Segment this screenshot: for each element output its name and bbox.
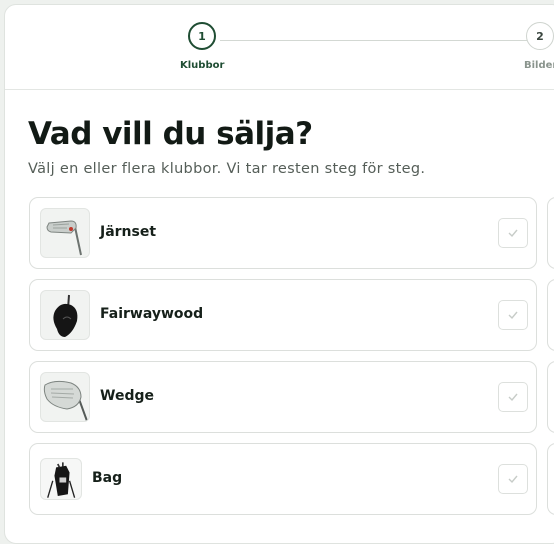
option-fairwaywood[interactable]: Fairwaywood	[29, 279, 537, 351]
step-2-number: 2	[536, 29, 544, 43]
option-jarnset[interactable]: Järnset	[29, 197, 537, 269]
step-1-number: 1	[198, 29, 206, 43]
option-bag[interactable]: Bag	[29, 443, 537, 515]
option-wedge[interactable]: Wedge	[29, 361, 537, 433]
wedge-club-icon	[40, 372, 90, 422]
step-1-label: Klubbor	[180, 60, 225, 71]
page-title: Vad vill du sälja?	[28, 116, 313, 152]
option-checkbox[interactable]	[498, 382, 528, 412]
checkmark-icon	[508, 475, 518, 484]
option-peek[interactable]	[547, 361, 554, 433]
option-peek[interactable]	[547, 279, 554, 351]
sell-wizard-card: 1 Klubbor 2 Bilder Vad vill du sälja? Vä…	[4, 4, 554, 544]
option-checkbox[interactable]	[498, 218, 528, 248]
stepper-connector	[220, 40, 530, 41]
option-peek[interactable]	[547, 197, 554, 269]
step-2-indicator[interactable]: 2	[526, 22, 554, 50]
step-1-indicator[interactable]: 1	[188, 22, 216, 50]
option-checkbox[interactable]	[498, 300, 528, 330]
checkmark-icon	[508, 311, 518, 320]
page-subtitle: Välj en eller flera klubbor. Vi tar rest…	[28, 161, 426, 177]
checkmark-icon	[508, 229, 518, 238]
option-checkbox[interactable]	[498, 464, 528, 494]
progress-stepper: 1 Klubbor 2 Bilder	[5, 5, 554, 90]
step-2-label: Bilder	[524, 60, 554, 71]
option-label: Wedge	[100, 388, 154, 404]
option-peek[interactable]	[547, 443, 554, 515]
option-label: Bag	[92, 470, 123, 486]
option-label: Järnset	[100, 224, 157, 240]
iron-club-icon	[40, 208, 90, 258]
option-label: Fairwaywood	[100, 306, 204, 322]
fairway-wood-icon	[40, 290, 90, 340]
golf-bag-icon	[40, 458, 82, 500]
checkmark-icon	[508, 393, 518, 402]
